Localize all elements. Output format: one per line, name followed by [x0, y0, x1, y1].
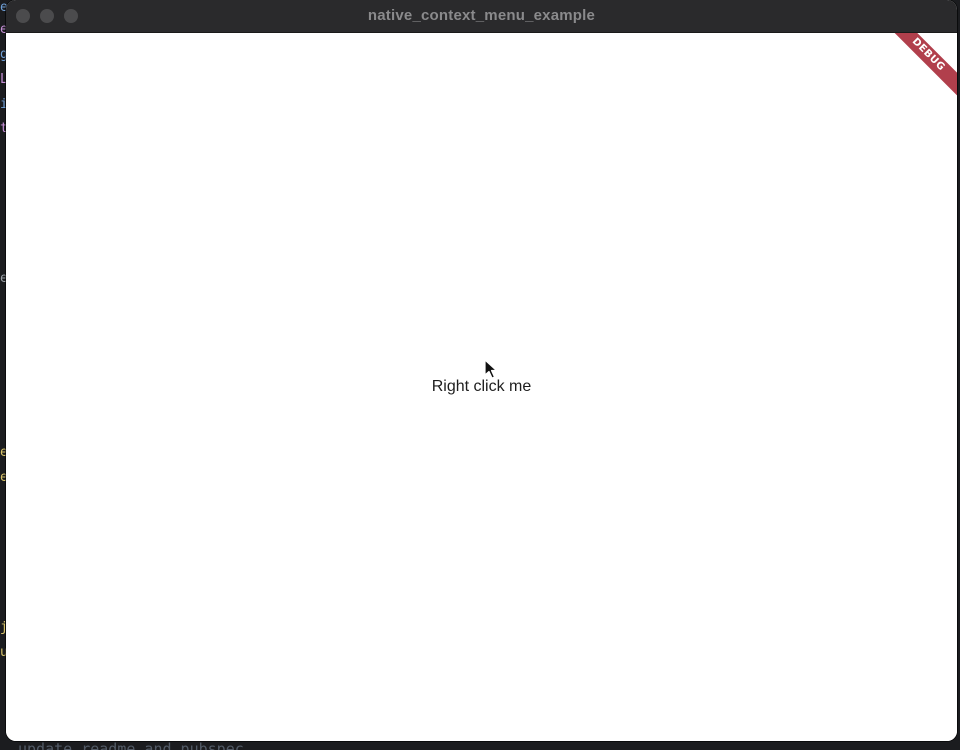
right-click-target-label[interactable]: Right click me [6, 378, 957, 396]
editor-bottom-text: update_readme_and_pubspec [18, 740, 244, 750]
desktop: e e g L i t e e e j u update_readme_and_… [0, 0, 960, 750]
app-content[interactable]: Right click me DEBUG [6, 33, 957, 741]
debug-banner: DEBUG [877, 33, 957, 113]
window-title: native_context_menu_example [367, 7, 596, 24]
app-window: native_context_menu_example Right click … [6, 0, 957, 741]
debug-banner-label: DEBUG [883, 33, 957, 100]
mouse-cursor-icon [484, 359, 498, 379]
window-titlebar[interactable]: native_context_menu_example [6, 0, 957, 33]
